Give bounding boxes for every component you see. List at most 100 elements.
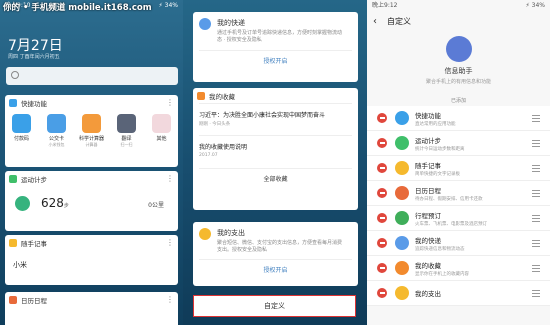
widget-desc: 简单快捷的文字记录板 [415, 171, 460, 177]
widget-row[interactable]: 我的收藏 显示你在手机上的收藏内容 [367, 256, 550, 281]
card-title: 随手记事 [21, 239, 47, 248]
remove-icon[interactable] [377, 163, 387, 173]
card-header: 运动计步 ⋮ [5, 171, 178, 186]
widget-row[interactable]: 运动计步 统计今日运动步数和距离 [367, 131, 550, 156]
lightning-icon [9, 98, 17, 107]
widget-desc: 统计今日运动步数和距离 [415, 146, 465, 152]
tool-item[interactable]: 公交卡 小米钱包 [43, 114, 70, 148]
widget-row[interactable]: 日历日程 待办日程、假期安排、信用卡还款 [367, 181, 550, 206]
date-display: 7月27日 [8, 38, 63, 54]
widget-title: 快捷功能 [415, 111, 441, 120]
step-counter-card[interactable]: 运动计步 ⋮ 628步 0公里 [5, 171, 178, 231]
more-options-icon[interactable]: ⋮ [166, 238, 174, 247]
lunar-date: 周四 丁酉年闰六月初五 [8, 54, 60, 60]
page-title: 自定义 [387, 16, 411, 26]
remove-icon[interactable] [377, 213, 387, 223]
card-header: 快捷功能 ⋮ [5, 95, 178, 110]
favorite-item[interactable]: 习近平：为决胜全面小康社会实现中国梦而奋斗 刚刚 · 今日头条 [193, 104, 358, 127]
wallet-icon [199, 228, 211, 240]
drag-handle-icon[interactable] [532, 215, 540, 224]
card-header: 随手记事 ⋮ [5, 235, 178, 250]
more-options-icon[interactable]: ⋮ [166, 174, 174, 183]
added-section-label: 已添加 [450, 98, 466, 104]
tool-item[interactable]: 翻译 扫一扫 [113, 114, 140, 148]
drag-handle-icon[interactable] [532, 290, 540, 299]
panel-widgets-middle: 我的快递 通过手机号及订单号追踪快递信息，方便时刻掌握物流动态 · 授权安全及隐… [183, 0, 367, 325]
express-desc: 通过手机号及订单号追踪快递信息，方便时刻掌握物流动态 · 授权安全及隐私 [217, 30, 343, 43]
drag-handle-icon[interactable] [532, 140, 540, 149]
widget-icon [395, 286, 409, 300]
tool-icon [152, 114, 171, 133]
drag-handle-icon[interactable] [532, 190, 540, 199]
remove-icon[interactable] [377, 138, 387, 148]
remove-icon[interactable] [377, 188, 387, 198]
tool-item[interactable]: 付款码 [8, 114, 35, 148]
search-bar[interactable] [6, 67, 178, 85]
status-right: ⚡ 34% [158, 2, 178, 9]
notes-card[interactable]: 随手记事 ⋮ 小米 [5, 235, 178, 285]
widget-icon [395, 161, 409, 175]
widget-icon [395, 111, 409, 125]
drag-handle-icon[interactable] [532, 265, 540, 274]
express-card: 我的快递 通过手机号及订单号追踪快递信息，方便时刻掌握物流动态 · 授权安全及隐… [193, 12, 358, 82]
more-options-icon[interactable]: ⋮ [166, 98, 174, 107]
sneaker-icon [15, 196, 30, 211]
more-options-icon[interactable]: ⋮ [166, 295, 174, 304]
tool-icon [117, 114, 136, 133]
widget-desc: 显示你在手机上的收藏内容 [415, 271, 469, 277]
widget-desc: 火车票、飞机票、电影票及酒店预订 [415, 221, 487, 227]
tool-label: 付款码 [13, 136, 29, 142]
remove-icon[interactable] [377, 263, 387, 273]
watermark: 你的 • 手机频道 mobile.it168.com [3, 3, 152, 13]
expense-desc: 聚合短信、微信、支付宝的支出信息，方便查看每月消费支出。授权安全及隐私 [217, 240, 343, 253]
back-arrow-icon[interactable]: ‹ [373, 16, 377, 27]
all-favorites-button[interactable]: 全部收藏 [193, 169, 358, 183]
tool-item[interactable]: 其他 [148, 114, 175, 148]
card-title: 快捷功能 [21, 99, 47, 108]
drag-handle-icon[interactable] [532, 165, 540, 174]
widget-title: 我的支出 [415, 289, 441, 298]
widget-title: 随手记事 [415, 161, 441, 170]
card-title: 我的收藏 [209, 92, 235, 101]
customize-button[interactable]: 自定义 [193, 295, 356, 317]
remove-icon[interactable] [377, 238, 387, 248]
card-title: 运动计步 [21, 175, 47, 184]
widget-icon [395, 136, 409, 150]
widget-icon [395, 236, 409, 250]
widget-row[interactable]: 我的支出 [367, 281, 550, 306]
step-count: 628步 [41, 196, 69, 210]
header: ‹ 自定义 [367, 12, 550, 30]
widget-title: 行程预订 [415, 211, 441, 220]
drag-handle-icon[interactable] [532, 240, 540, 249]
widget-title: 日历日程 [415, 186, 441, 195]
calendar-icon [9, 295, 17, 304]
package-icon [199, 18, 211, 30]
remove-icon[interactable] [377, 113, 387, 123]
status-bar: 晚上9:12 ⚡ 34% [367, 0, 550, 12]
tool-icon [82, 114, 101, 133]
calendar-card[interactable]: 日历日程 ⋮ [5, 292, 178, 325]
favorite-title: 习近平：为决胜全面小康社会实现中国梦而奋斗 [199, 112, 326, 119]
widget-row[interactable]: 行程预订 火车票、飞机票、电影票及酒店预订 [367, 206, 550, 231]
note-icon [9, 238, 17, 247]
distance-km: 0公里 [148, 202, 164, 209]
status-right: ⚡ 34% [525, 2, 545, 9]
favorite-item[interactable]: 我的收藏使用说明 2017.07 [193, 136, 358, 158]
widget-title: 我的快递 [415, 236, 441, 245]
authorize-button[interactable]: 授权开启 [193, 260, 358, 274]
card-title: 日历日程 [21, 296, 47, 305]
widget-row[interactable]: 快捷功能 直达常用的应用功能 [367, 106, 550, 131]
remove-icon[interactable] [377, 288, 387, 298]
tool-label: 公交卡 [48, 136, 64, 142]
authorize-button[interactable]: 授权开启 [193, 51, 358, 65]
info-desc: 聚合手机上的有用信息和功能 [425, 79, 491, 85]
tool-label: 翻译 [121, 136, 132, 142]
tool-sub: 计算器 [85, 142, 98, 147]
tool-icon [47, 114, 66, 133]
widget-row[interactable]: 我的快递 追踪快递信息和物流动态 [367, 231, 550, 256]
widget-title: 运动计步 [415, 136, 441, 145]
widget-row[interactable]: 随手记事 简单快捷的文字记录板 [367, 156, 550, 181]
drag-handle-icon[interactable] [532, 115, 540, 124]
tool-icon [12, 114, 31, 133]
tool-item[interactable]: 科学计算器 计算器 [78, 114, 105, 148]
